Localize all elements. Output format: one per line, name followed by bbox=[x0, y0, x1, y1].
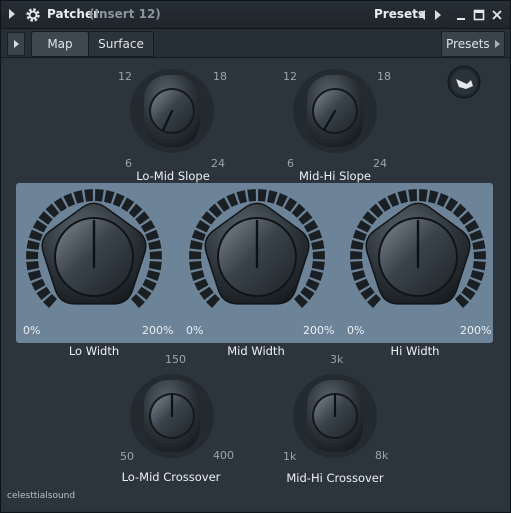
plugin-window: Patcher (Insert 12) Presets Map Surface … bbox=[0, 0, 511, 513]
lo-width-name: Lo Width bbox=[68, 344, 120, 358]
expand-button[interactable] bbox=[7, 32, 25, 56]
meter-segment bbox=[472, 261, 486, 271]
mid-width-max-label: 200% bbox=[303, 324, 335, 337]
lo-mid-crossover-label-400: 400 bbox=[213, 449, 234, 462]
title-bar: Patcher (Insert 12) Presets bbox=[1, 1, 510, 29]
presets-button[interactable]: Presets bbox=[441, 31, 505, 57]
mid-width-knob[interactable] bbox=[182, 189, 332, 323]
meter-segment bbox=[419, 189, 428, 202]
chevron-right-icon bbox=[14, 40, 19, 48]
tab-map[interactable]: Map bbox=[31, 31, 89, 57]
meter-segment bbox=[311, 240, 325, 250]
close-icon[interactable] bbox=[491, 9, 503, 21]
chevron-right-icon bbox=[495, 40, 500, 48]
lo-width-min-label: 0% bbox=[23, 324, 41, 337]
hi-width-min-label: 0% bbox=[347, 324, 365, 337]
meter-segment bbox=[312, 250, 325, 260]
meter-segment bbox=[84, 189, 93, 202]
lo-mid-slope-label-18: 18 bbox=[213, 70, 227, 83]
tab-surface[interactable]: Surface bbox=[88, 31, 154, 57]
meter-segment bbox=[258, 189, 267, 202]
presets-label[interactable]: Presets bbox=[374, 7, 425, 21]
meter-segment bbox=[28, 229, 43, 242]
minimize-icon[interactable] bbox=[455, 9, 467, 21]
lo-mid-crossover-label-150: 150 bbox=[165, 353, 186, 366]
meter-segment bbox=[428, 190, 439, 204]
meter-segment bbox=[350, 261, 364, 271]
lo-mid-crossover-label-50: 50 bbox=[120, 450, 134, 463]
meter-segment bbox=[26, 250, 39, 260]
brand-footer: celesttialsound bbox=[7, 491, 76, 501]
mid-width-min-label: 0% bbox=[186, 324, 204, 337]
meter-segment bbox=[145, 229, 160, 242]
meter-segment bbox=[26, 261, 40, 271]
meter-segment bbox=[352, 229, 367, 242]
meter-segment bbox=[308, 229, 323, 242]
meter-segment bbox=[148, 261, 162, 271]
meter-segment bbox=[190, 270, 205, 282]
meter-segment bbox=[236, 190, 247, 204]
menu-arrow-icon[interactable] bbox=[9, 9, 15, 19]
meter-segment bbox=[104, 190, 115, 204]
meter-segment bbox=[148, 240, 162, 250]
mid-hi-slope-label-12: 12 bbox=[283, 70, 297, 83]
mid-hi-crossover-label-3k: 3k bbox=[330, 353, 344, 366]
meter-segment bbox=[27, 270, 42, 282]
mid-width-name: Mid Width bbox=[227, 344, 285, 358]
mid-hi-crossover-label-8k: 8k bbox=[375, 449, 389, 462]
meter-segment bbox=[267, 190, 278, 204]
reset-icon[interactable] bbox=[447, 65, 481, 99]
lo-mid-crossover-knob[interactable] bbox=[127, 371, 217, 461]
lo-mid-slope-knob[interactable] bbox=[127, 66, 217, 156]
presets-button-label: Presets bbox=[446, 37, 490, 51]
meter-segment bbox=[350, 250, 363, 260]
previous-preset-icon[interactable] bbox=[419, 10, 425, 20]
lo-mid-crossover-name: Lo-Mid Crossover bbox=[121, 470, 221, 484]
meter-segment bbox=[95, 189, 104, 202]
meter-segment bbox=[309, 270, 324, 282]
meter-segment bbox=[189, 261, 203, 271]
maximize-icon[interactable] bbox=[473, 9, 485, 21]
mid-hi-slope-label-18: 18 bbox=[377, 70, 391, 83]
mid-hi-crossover-label-1k: 1k bbox=[283, 450, 297, 463]
meter-segment bbox=[397, 190, 408, 204]
lo-width-knob[interactable] bbox=[19, 189, 169, 323]
meter-segment bbox=[351, 270, 366, 282]
meter-segment bbox=[247, 189, 256, 202]
mid-hi-crossover-knob[interactable] bbox=[290, 371, 380, 461]
meter-segment bbox=[191, 229, 206, 242]
meter-segment bbox=[311, 261, 325, 271]
lo-width-max-label: 200% bbox=[142, 324, 174, 337]
next-preset-icon[interactable] bbox=[435, 10, 441, 20]
mid-hi-slope-name: Mid-Hi Slope bbox=[299, 169, 371, 183]
lo-mid-slope-label-12: 12 bbox=[118, 70, 132, 83]
meter-segment bbox=[473, 250, 486, 260]
meter-segment bbox=[350, 240, 364, 250]
meter-segment bbox=[470, 270, 485, 282]
mid-hi-crossover-name: Mid-Hi Crossover bbox=[286, 471, 384, 485]
meter-segment bbox=[469, 229, 484, 242]
meter-segment bbox=[149, 250, 162, 260]
window-subtitle: (Insert 12) bbox=[89, 7, 161, 21]
lo-mid-slope-name: Lo-Mid Slope bbox=[136, 169, 210, 183]
toolbar: Map Surface Presets bbox=[1, 29, 510, 58]
meter-segment bbox=[408, 189, 417, 202]
meter-segment bbox=[472, 240, 486, 250]
mid-hi-slope-knob[interactable] bbox=[290, 66, 380, 156]
meter-segment bbox=[26, 240, 40, 250]
meter-segment bbox=[146, 270, 161, 282]
meter-segment bbox=[189, 240, 203, 250]
meter-segment bbox=[189, 250, 202, 260]
meter-segment bbox=[73, 190, 84, 204]
hi-width-max-label: 200% bbox=[460, 324, 492, 337]
hi-width-knob[interactable] bbox=[343, 189, 493, 323]
gear-icon[interactable] bbox=[25, 7, 41, 23]
hi-width-name: Hi Width bbox=[390, 344, 440, 358]
